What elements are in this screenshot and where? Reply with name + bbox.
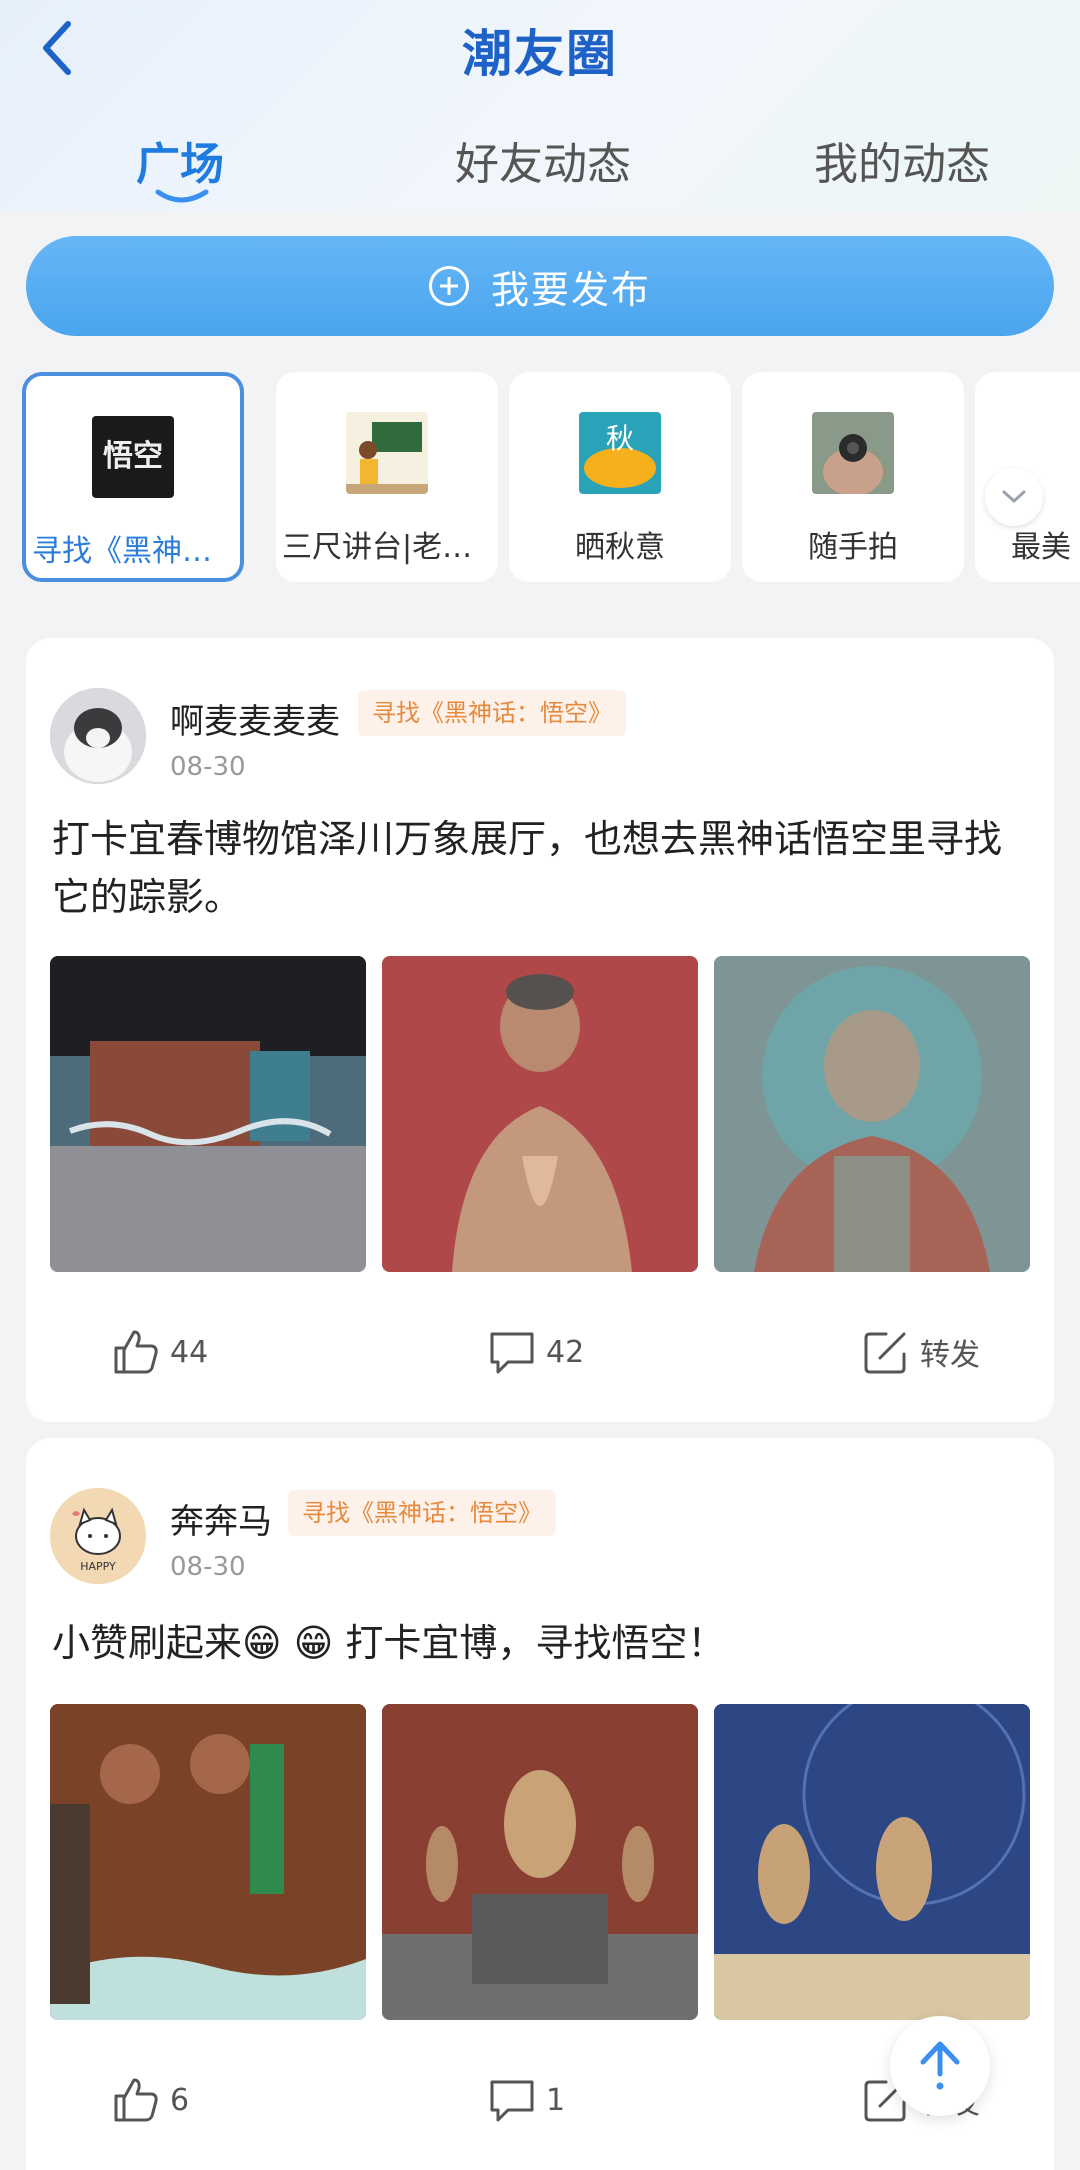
publish-section: 我要发布 [0, 210, 1080, 360]
username[interactable]: 啊麦麦麦麦 [170, 694, 340, 743]
like-button[interactable]: 44 [110, 1326, 208, 1378]
tab-friends-label: 好友动态 [455, 139, 631, 190]
chevron-down-icon [1002, 490, 1026, 503]
like-count: 44 [170, 1334, 209, 1370]
topic-label: 三尺讲台|老照… [282, 530, 492, 565]
username[interactable]: 奔奔马 [170, 1494, 272, 1543]
comment-button[interactable]: 1 [486, 2074, 565, 2126]
post-image[interactable] [50, 1704, 366, 2020]
svg-text:悟空: 悟空 [103, 439, 163, 474]
post-text: 打卡宜春博物馆泽川万象展厅，也想去黑神话悟空里寻找它的踪影。 [52, 817, 1003, 919]
tab-mine[interactable]: 我的动态 [814, 128, 990, 192]
post-date: 08-30 [170, 1552, 246, 1582]
tab-mine-label: 我的动态 [814, 139, 990, 190]
topic-card[interactable]: 秋 晒秋意 [509, 372, 731, 582]
share-button[interactable]: 转发 [860, 1326, 980, 1378]
post-image[interactable] [382, 956, 698, 1272]
topic-thumbnail: 悟空 [92, 416, 174, 498]
arrow-up-icon [920, 2041, 960, 2090]
topic-label: 寻找《黑神话… [32, 534, 234, 569]
publish-label: 我要发布 [490, 267, 651, 312]
tab-active-indicator [155, 189, 209, 203]
post-image[interactable] [714, 1704, 1030, 2020]
post-actions: 44 42 转发 [26, 1326, 1054, 1386]
topic-label: 最美 [1011, 530, 1071, 565]
page-title: 潮友圈 [462, 25, 618, 83]
like-button[interactable]: 6 [110, 2074, 189, 2126]
post-text: 小赞刷起来😁 😁 打卡宜博，寻找悟空！ [52, 1621, 726, 1665]
avatar[interactable] [50, 688, 146, 784]
topic-card[interactable]: 随手拍 [742, 372, 964, 582]
avatar[interactable]: HAPPY [50, 1488, 146, 1584]
tab-plaza-label: 广场 [136, 139, 224, 190]
scroll-to-top-button[interactable] [890, 2016, 990, 2116]
post-card[interactable]: 啊麦麦麦麦 寻找《黑神话：悟空》 08-30 打卡宜春博物馆泽川万象展厅，也想去… [26, 638, 1054, 1422]
topic-thumbnail: 秋 [579, 412, 661, 494]
post-image[interactable] [382, 1704, 698, 2020]
topic-card[interactable]: 三尺讲台|老照… [276, 372, 498, 582]
like-count: 6 [170, 2082, 190, 2118]
comment-count: 1 [546, 2082, 566, 2118]
topic-carousel[interactable]: 悟空 寻找《黑神话… 三尺讲台|老照… 秋 晒秋意 随手拍 最美 [0, 360, 1080, 610]
topic-thumbnail [346, 412, 428, 494]
svg-text:秋: 秋 [606, 422, 634, 455]
comment-button[interactable]: 42 [486, 1326, 584, 1378]
topic-tag[interactable]: 寻找《黑神话：悟空》 [288, 1490, 556, 1536]
publish-button[interactable]: 我要发布 [26, 236, 1054, 336]
share-label: 转发 [920, 1338, 980, 1373]
topic-tag[interactable]: 寻找《黑神话：悟空》 [358, 690, 626, 736]
tab-plaza[interactable]: 广场 [136, 128, 224, 203]
topic-thumbnail [812, 412, 894, 494]
tab-friends[interactable]: 好友动态 [455, 128, 631, 192]
post-date: 08-30 [170, 752, 246, 782]
thumbs-up-icon [114, 2078, 158, 2122]
topic-label: 晒秋意 [575, 530, 665, 565]
comment-count: 42 [546, 1334, 585, 1370]
plus-circle-icon [428, 266, 469, 306]
topic-label: 随手拍 [808, 530, 898, 565]
share-icon [864, 1332, 906, 1374]
post-image[interactable] [714, 956, 1030, 1272]
comment-icon [490, 1332, 534, 1374]
header: 潮友圈 广场 好友动态 我的动态 [0, 0, 1080, 210]
svg-text:HAPPY: HAPPY [80, 1560, 116, 1573]
thumbs-up-icon [114, 1330, 158, 1374]
tab-bar: 广场 好友动态 我的动态 [0, 128, 1080, 203]
topic-card[interactable]: 悟空 寻找《黑神话… [22, 372, 244, 582]
post-image[interactable] [50, 956, 366, 1272]
expand-topics-button[interactable] [985, 468, 1043, 526]
comment-icon [490, 2080, 534, 2122]
